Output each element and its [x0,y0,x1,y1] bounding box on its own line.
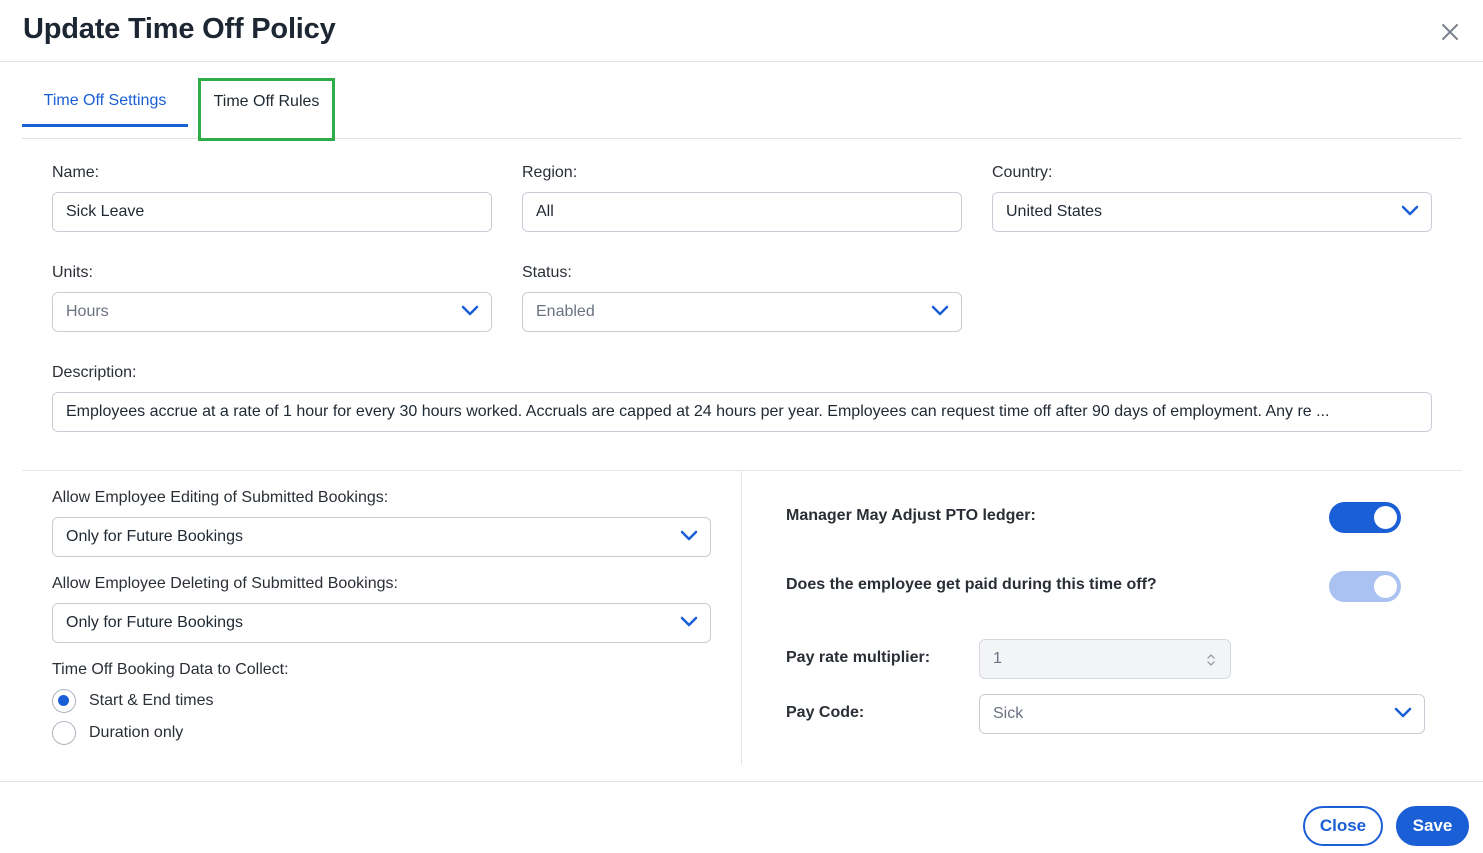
radio-start-end-times[interactable] [52,689,76,713]
close-button[interactable]: Close [1303,806,1383,846]
editing-select[interactable]: Only for Future Bookings [52,517,711,557]
column-divider [741,471,742,765]
status-value: Enabled [536,303,595,320]
units-label: Units: [52,264,93,281]
save-button[interactable]: Save [1396,806,1469,846]
pay-code-value: Sick [993,705,1024,722]
description-value: Employees accrue at a rate of 1 hour for… [66,403,1330,420]
name-input[interactable]: Sick Leave [52,192,492,232]
pay-code-label: Pay Code: [786,704,865,721]
country-label: Country: [992,164,1053,181]
region-value: All [536,203,554,220]
chevron-down-icon [680,616,698,627]
section-divider [22,470,1462,471]
status-select[interactable]: Enabled [522,292,962,332]
description-label: Description: [52,364,137,381]
toggle-knob [1374,506,1397,529]
collect-label: Time Off Booking Data to Collect: [52,661,289,678]
region-input[interactable]: All [522,192,962,232]
chevron-down-icon [1394,707,1412,718]
manager-adjust-label: Manager May Adjust PTO ledger: [786,507,1036,524]
multiplier-label: Pay rate multiplier: [786,649,931,666]
deleting-label: Allow Employee Deleting of Submitted Boo… [52,575,398,592]
radio-start-end-label: Start & End times [89,692,214,709]
footer-divider [0,781,1483,782]
manager-adjust-toggle[interactable] [1329,502,1401,533]
region-label: Region: [522,164,578,181]
chevron-down-icon [461,305,479,316]
editing-value: Only for Future Bookings [66,528,243,545]
radio-duration-only[interactable] [52,721,76,745]
chevron-down-icon [1401,205,1419,216]
name-value: Sick Leave [66,203,145,220]
chevron-down-icon [931,305,949,316]
editing-label: Allow Employee Editing of Submitted Book… [52,489,389,506]
dialog-title: Update Time Off Policy [23,13,336,45]
description-input[interactable]: Employees accrue at a rate of 1 hour for… [52,392,1432,432]
tab-time-off-settings[interactable]: Time Off Settings [22,76,188,127]
paid-time-off-label: Does the employee get paid during this t… [786,576,1157,593]
radio-duration-label: Duration only [89,724,184,741]
multiplier-value: 1 [993,650,1002,667]
deleting-value: Only for Future Bookings [66,614,243,631]
spinner-icon[interactable] [1206,651,1216,669]
name-label: Name: [52,164,100,181]
units-value: Hours [66,303,109,320]
dialog-header: Update Time Off Policy [0,0,1483,62]
multiplier-input[interactable]: 1 [979,639,1231,679]
tab-bar: Time Off Settings Time Off Rules [22,76,1462,141]
country-select[interactable]: United States [992,192,1432,232]
tab-time-off-rules[interactable]: Time Off Rules [198,78,335,141]
toggle-knob [1374,575,1397,598]
pay-code-select[interactable]: Sick [979,694,1425,734]
country-value: United States [1006,203,1103,220]
paid-time-off-toggle[interactable] [1329,571,1401,602]
close-icon[interactable] [1438,20,1462,44]
status-label: Status: [522,264,572,281]
units-select[interactable]: Hours [52,292,492,332]
chevron-down-icon [680,530,698,541]
deleting-select[interactable]: Only for Future Bookings [52,603,711,643]
